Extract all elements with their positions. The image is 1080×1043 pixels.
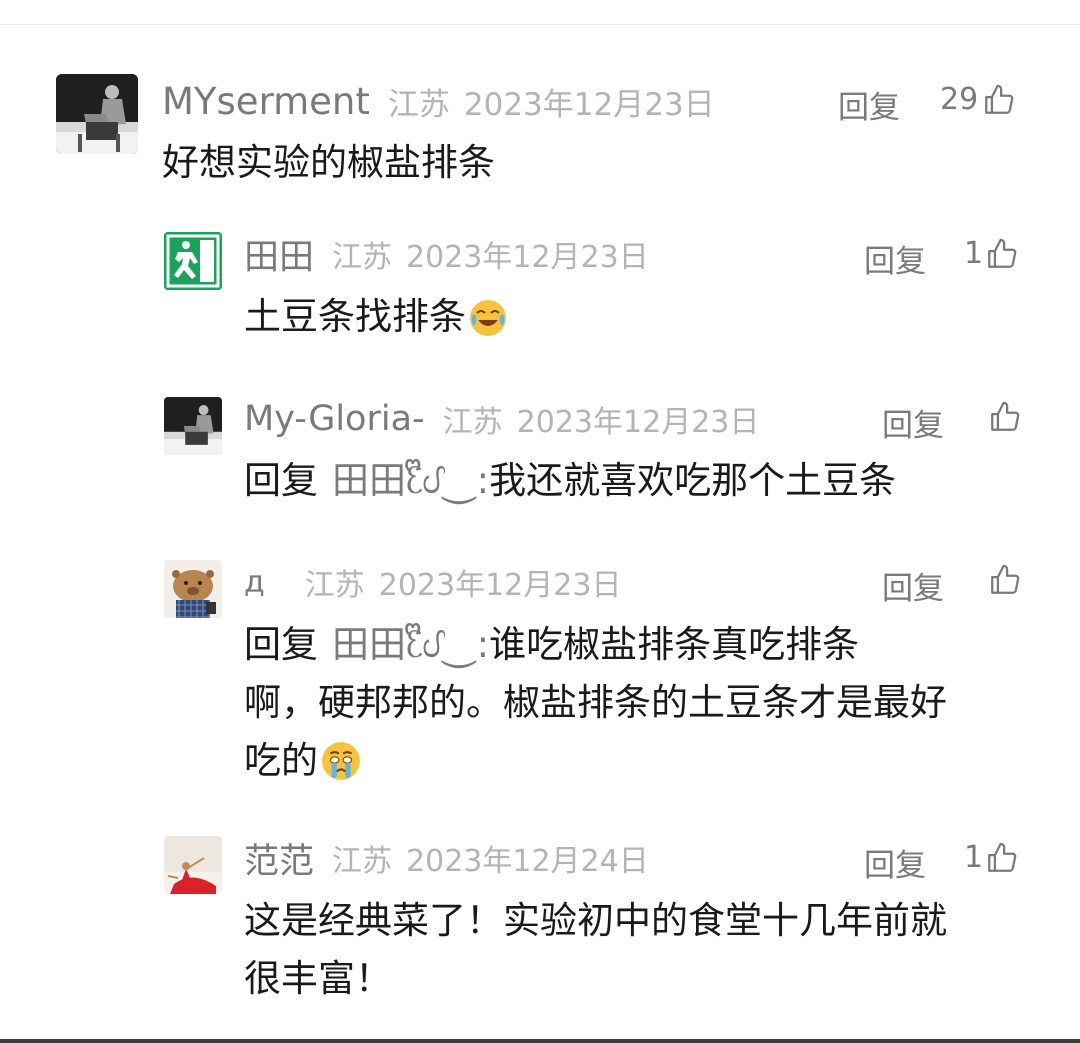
region-label: 江苏	[332, 844, 393, 879]
avatar[interactable]	[164, 397, 222, 455]
comment-text: 回复 田田ᦷᩚᦔ⏝:谁吃椒盐排条真吃排条 啊，硬邦邦的。椒盐排条的土豆条才是最好 …	[244, 616, 1044, 799]
comment-text: 回复 田田ᦷᩚᦔ⏝:我还就喜欢吃那个土豆条	[244, 452, 896, 510]
reply-button[interactable]: 回复	[882, 400, 944, 445]
username[interactable]: д	[244, 565, 265, 600]
like-count: 1	[964, 840, 984, 875]
reply-target-username[interactable]: 田田ᦷᩚᦔ⏝:	[332, 623, 489, 666]
region-label: 江苏	[387, 86, 450, 123]
comment-body-line: 这是经典菜了！实验初中的食堂十几年前就	[244, 899, 947, 942]
reply-prefix: 回复	[244, 623, 318, 666]
username[interactable]: 田田	[244, 229, 314, 280]
comment-body-line: 谁吃椒盐排条真吃排条	[489, 623, 860, 666]
username[interactable]: MYserment	[162, 80, 370, 123]
avatar[interactable]	[164, 232, 222, 290]
thumbs-up-icon	[982, 83, 1016, 117]
reply-button[interactable]: 回复	[882, 563, 944, 608]
like-count: 29	[940, 82, 979, 117]
avatar[interactable]	[164, 560, 222, 618]
username[interactable]: My-Gloria-	[244, 399, 425, 439]
thumbs-up-icon	[985, 841, 1019, 875]
reply-button[interactable]: 回复	[864, 236, 926, 281]
avatar[interactable]	[56, 74, 138, 154]
like-button[interactable]	[988, 400, 1022, 434]
like-count: 1	[964, 236, 984, 271]
timestamp: 2023年12月23日	[516, 405, 760, 440]
thumbs-up-icon	[988, 563, 1022, 597]
reply-prefix: 回复	[244, 459, 318, 502]
top-divider	[0, 24, 1080, 25]
comment-text: 好想实验的椒盐排条	[162, 141, 495, 184]
like-button[interactable]: 29	[940, 82, 1016, 117]
reply-target-username[interactable]: 田田ᦷᩚᦔ⏝:	[332, 459, 489, 502]
comment-body: 我还就喜欢吃那个土豆条	[489, 459, 897, 502]
like-button[interactable]: 1	[964, 236, 1019, 271]
region-label: 江苏	[332, 240, 393, 275]
laugh-crying-emoji	[468, 297, 508, 355]
comment-body-line: 啊，硬邦邦的。椒盐排条的土豆条才是最好	[244, 681, 947, 724]
comment-body: 土豆条找排条	[244, 295, 466, 338]
like-button[interactable]	[988, 563, 1022, 597]
username[interactable]: 范范	[244, 833, 314, 884]
comment-header: д 江苏 2023年12月23日	[244, 557, 621, 607]
region-label: 江苏	[304, 568, 365, 603]
comment-body-line: 吃的	[244, 739, 318, 782]
timestamp: 2023年12月24日	[406, 844, 649, 879]
comment-body-line: 很丰富！	[244, 957, 392, 1000]
region-label: 江苏	[442, 405, 503, 440]
timestamp: 2023年12月23日	[406, 240, 649, 275]
like-button[interactable]: 1	[964, 840, 1019, 875]
bottom-divider	[0, 1039, 1080, 1043]
thumbs-up-icon	[985, 237, 1019, 271]
comment-header: 范范 江苏 2023年12月24日	[244, 833, 649, 883]
reply-button[interactable]: 回复	[864, 840, 926, 885]
thumbs-up-icon	[988, 400, 1022, 434]
comment-header: MYserment 江苏 2023年12月23日	[162, 76, 715, 126]
comment-text: 土豆条找排条	[244, 288, 508, 355]
comment-header: My-Gloria- 江苏 2023年12月23日	[244, 394, 759, 444]
comment-text: 这是经典菜了！实验初中的食堂十几年前就 很丰富！	[244, 892, 1044, 1008]
reply-button[interactable]: 回复	[838, 82, 900, 127]
timestamp: 2023年12月23日	[378, 568, 622, 603]
crying-emoji	[320, 740, 362, 799]
comment-header: 田田 江苏 2023年12月23日	[244, 229, 649, 279]
avatar[interactable]	[164, 836, 222, 894]
timestamp: 2023年12月23日	[463, 86, 715, 123]
